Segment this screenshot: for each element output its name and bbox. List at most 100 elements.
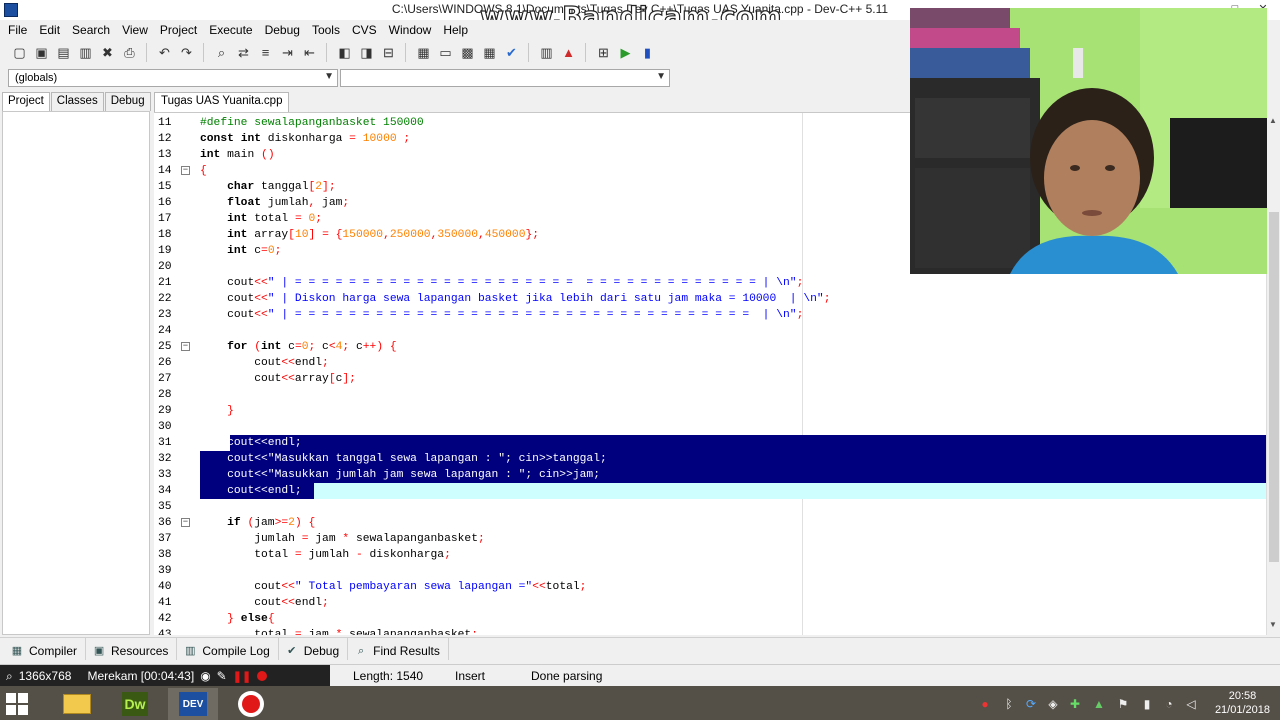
grid-icon[interactable]: ▦	[480, 43, 499, 62]
member-combo[interactable]: ▼	[340, 69, 670, 87]
tab-find-results[interactable]: ⌕ Find Results	[348, 638, 449, 660]
menu-edit[interactable]: Edit	[33, 20, 66, 40]
open-icon[interactable]: ▣	[32, 43, 51, 62]
flag-icon[interactable]: ⚑	[1116, 697, 1130, 711]
network-app-icon[interactable]: ✚	[1068, 697, 1082, 711]
code-line[interactable]: 30	[154, 419, 1266, 435]
project-tree[interactable]	[2, 111, 150, 635]
tab-debug[interactable]: Debug	[104, 92, 151, 111]
fold-toggle-icon[interactable]: −	[181, 342, 190, 351]
unindent-icon[interactable]: ⇤	[300, 43, 319, 62]
code-line[interactable]: 31 cout<<endl;	[154, 435, 1266, 451]
code-line[interactable]: 38 total = jumlah - diskonharga;	[154, 547, 1266, 563]
class-browser-icon[interactable]: ▩	[458, 43, 477, 62]
menu-cvs[interactable]: CVS	[346, 20, 383, 40]
code-line[interactable]: 39	[154, 563, 1266, 579]
menu-window[interactable]: Window	[383, 20, 438, 40]
debug-icon[interactable]: ▮	[638, 43, 657, 62]
print-icon[interactable]: ⎙	[120, 43, 139, 62]
menu-execute[interactable]: Execute	[203, 20, 258, 40]
code-line[interactable]: 32 cout<<"Masukkan tanggal sewa lapangan…	[154, 451, 1266, 467]
bandicam-tray-icon[interactable]: ●	[978, 697, 992, 711]
triangle-app-icon[interactable]: ▲	[1092, 697, 1106, 711]
code-line[interactable]: 42 } else{	[154, 611, 1266, 627]
next-icon[interactable]: ◨	[357, 43, 376, 62]
menu-debug[interactable]: Debug	[259, 20, 306, 40]
code-line[interactable]: 43 total = jam * sewalapanganbasket;	[154, 627, 1266, 635]
menu-search[interactable]: Search	[66, 20, 116, 40]
code-line[interactable]: 28	[154, 387, 1266, 403]
project-options-icon[interactable]: ▭	[436, 43, 455, 62]
fold-toggle-icon[interactable]: −	[181, 518, 190, 527]
code-line[interactable]: 29 }	[154, 403, 1266, 419]
dreamweaver-icon[interactable]: Dw	[110, 688, 160, 720]
scroll-up-icon[interactable]: ▲	[1269, 116, 1277, 125]
volume-icon[interactable]: ◁	[1184, 697, 1198, 711]
bluetooth-icon[interactable]: ᛒ	[1002, 697, 1016, 711]
close-icon[interactable]: ✖	[98, 43, 117, 62]
code-line[interactable]: 22 cout<<" | Diskon harga sewa lapangan …	[154, 291, 1266, 307]
pencil-icon[interactable]: ✎	[217, 669, 227, 683]
check-syntax-icon[interactable]: ✔	[502, 43, 521, 62]
tab-compiler[interactable]: ▦ Compiler	[4, 638, 87, 660]
battery-icon[interactable]: ▮	[1140, 697, 1154, 711]
wifi-icon[interactable]: ◔	[1162, 697, 1176, 711]
code-line[interactable]: 40 cout<<" Total pembayaran sewa lapanga…	[154, 579, 1266, 595]
save-icon[interactable]: ▤	[54, 43, 73, 62]
tab-resources[interactable]: ▣ Resources	[86, 638, 178, 660]
code-line[interactable]: 27 cout<<array[c];	[154, 371, 1266, 387]
tab-project[interactable]: Project	[2, 92, 50, 113]
taskbar-clock[interactable]: 20:58 21/01/2018	[1215, 689, 1270, 717]
scroll-down-icon[interactable]: ▼	[1269, 620, 1277, 629]
code-line[interactable]: 26 cout<<endl;	[154, 355, 1266, 371]
code-line[interactable]: 36− if (jam>=2) {	[154, 515, 1266, 531]
code-line[interactable]: 24	[154, 323, 1266, 339]
prev-icon[interactable]: ◧	[335, 43, 354, 62]
tab-tugas-uas-yuanita[interactable]: Tugas UAS Yuanita.cpp	[154, 92, 290, 113]
menu-view[interactable]: View	[116, 20, 154, 40]
menu-project[interactable]: Project	[154, 20, 203, 40]
toggle-icon[interactable]: ⊟	[379, 43, 398, 62]
indent-icon[interactable]: ⇥	[278, 43, 297, 62]
scroll-thumb[interactable]	[1269, 212, 1279, 562]
new-file-icon[interactable]: ▢	[10, 43, 29, 62]
code-line[interactable]: 35	[154, 499, 1266, 515]
bandicam-icon[interactable]	[226, 688, 276, 720]
vertical-scrollbar[interactable]: ▲ ▼	[1266, 112, 1280, 635]
find-icon[interactable]: ⌕	[212, 43, 231, 62]
code-line[interactable]: 21 cout<<" | = = = = = = = = = = = = = =…	[154, 275, 1266, 291]
sync-icon[interactable]: ⟳	[1024, 697, 1038, 711]
compile-icon[interactable]: ⊞	[594, 43, 613, 62]
scope-combo[interactable]: (globals) ▼	[8, 69, 338, 87]
tab-debug[interactable]: ✔ Debug	[279, 638, 349, 660]
new-project-icon[interactable]: ▦	[414, 43, 433, 62]
menu-file[interactable]: File	[2, 20, 33, 40]
record-icon[interactable]	[257, 671, 268, 681]
goto-icon[interactable]: ≡	[256, 43, 275, 62]
shield-icon[interactable]: ◈	[1046, 697, 1060, 711]
replace-icon[interactable]: ⇄	[234, 43, 253, 62]
code-line[interactable]: 33 cout<<"Masukkan jumlah jam sewa lapan…	[154, 467, 1266, 483]
code-line[interactable]: 41 cout<<endl;	[154, 595, 1266, 611]
file-explorer-icon[interactable]	[52, 688, 102, 720]
menu-tools[interactable]: Tools	[306, 20, 346, 40]
code-line[interactable]: 25− for (int c=0; c<4; c++) {	[154, 339, 1266, 355]
chart-icon[interactable]: ▥	[537, 43, 556, 62]
code-line[interactable]: 37 jumlah = jam * sewalapanganbasket;	[154, 531, 1266, 547]
line-number: 38	[158, 549, 172, 561]
camera-icon[interactable]: ◉	[200, 669, 210, 683]
save-all-icon[interactable]: ▥	[76, 43, 95, 62]
undo-icon[interactable]: ↶	[155, 43, 174, 62]
fold-toggle-icon[interactable]: −	[181, 166, 190, 175]
tab-compile-log[interactable]: ▥ Compile Log	[177, 638, 279, 660]
redo-icon[interactable]: ↷	[177, 43, 196, 62]
devcpp-taskbar-icon[interactable]: DEV	[168, 688, 218, 720]
windows-start-icon[interactable]	[6, 693, 30, 715]
menu-help[interactable]: Help	[437, 20, 474, 40]
run-icon[interactable]: ▶	[616, 43, 635, 62]
code-line[interactable]: 34 cout<<endl;	[154, 483, 1266, 499]
profile-icon[interactable]: ▲	[559, 43, 578, 62]
pause-icon[interactable]: ❚❚	[233, 670, 251, 683]
code-line[interactable]: 23 cout<<" | = = = = = = = = = = = = = =…	[154, 307, 1266, 323]
tab-classes[interactable]: Classes	[50, 92, 104, 111]
